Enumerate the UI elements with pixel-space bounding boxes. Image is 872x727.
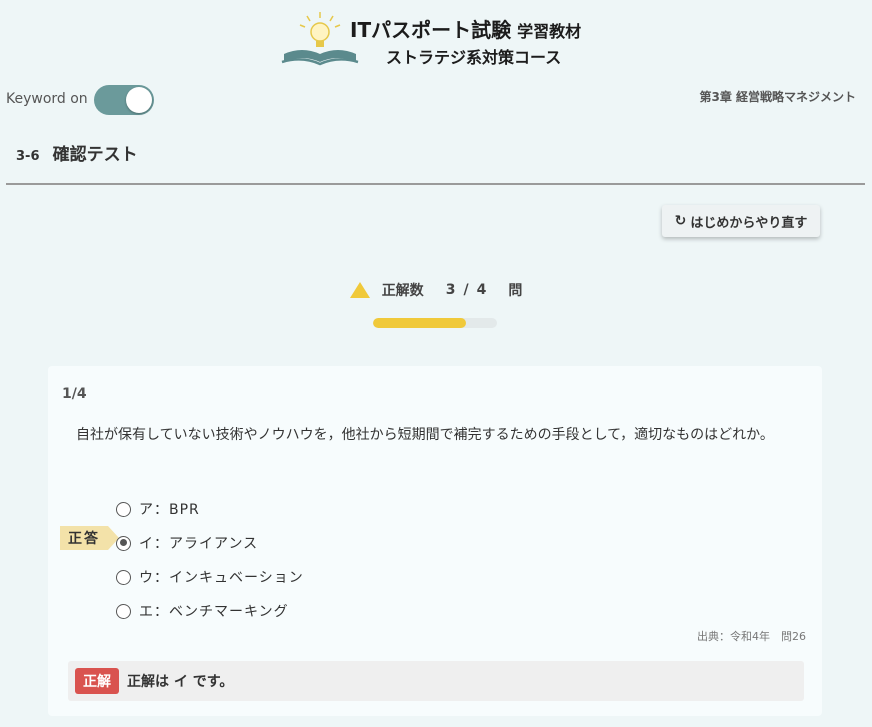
question-text: 自社が保有していない技術やノウハウを，他社から短期間で補完するための手段として，… (76, 427, 774, 443)
section-name: 確認テスト (52, 145, 138, 165)
option-u[interactable]: ウ：インキュベーション (116, 560, 304, 594)
option-label: イ：アライアンス (139, 536, 259, 552)
correct-answer-badge: 正答 (60, 526, 119, 550)
divider (6, 183, 865, 185)
option-i[interactable]: イ：アライアンス (116, 526, 304, 560)
refresh-icon: ↻ (674, 213, 687, 229)
question-card: 1/4 自社が保有していない技術やノウハウを，他社から短期間で補完するための手段… (48, 366, 822, 716)
toggle-knob (126, 87, 152, 113)
answer-options: ア：BPR イ：アライアンス ウ：インキュベーション エ：ベンチマーキング (116, 492, 304, 628)
option-e[interactable]: エ：ベンチマーキング (116, 594, 304, 628)
keyword-label: Keyword on (6, 91, 88, 107)
question-source: 出典：令和4年 問26 (697, 630, 806, 643)
option-a[interactable]: ア：BPR (116, 492, 304, 526)
progress-fill (373, 318, 466, 328)
score-separator: / (463, 282, 469, 298)
lightbulb-book-icon (281, 12, 359, 66)
score-label: 正解数 (381, 283, 424, 299)
restart-label: はじめからやり直す (690, 215, 808, 231)
score-unit: 問 (508, 283, 523, 299)
restart-button[interactable]: ↻ はじめからやり直す (662, 205, 820, 237)
keyword-toggle[interactable] (94, 85, 154, 115)
option-label: エ：ベンチマーキング (139, 604, 289, 620)
triangle-icon (349, 282, 370, 298)
app-title: ITパスポート試験 学習教材 (350, 18, 582, 42)
score-correct: 3 (445, 282, 456, 298)
section-title: 3-6 確認テスト (16, 140, 138, 165)
radio-button[interactable] (116, 569, 131, 585)
result-badge: 正解 (75, 668, 119, 694)
radio-button[interactable] (116, 603, 131, 619)
option-label: ウ：インキュベーション (139, 570, 304, 586)
result-message: 正解は イ です。 (127, 674, 234, 690)
result-box: 正解 正解は イ です。 (68, 661, 804, 701)
radio-button[interactable] (116, 535, 131, 551)
option-label: ア：BPR (139, 502, 200, 518)
question-number: 1/4 (62, 386, 87, 402)
radio-button[interactable] (116, 501, 131, 517)
course-title: ストラテジ系対策コース (386, 48, 562, 67)
score-total: 4 (476, 282, 487, 298)
score-progress-bar (373, 318, 497, 328)
score-display: 正解数 3 / 4 問 (0, 280, 872, 300)
section-number: 3-6 (16, 149, 40, 164)
header: ITパスポート試験 学習教材 ストラテジ系対策コース (0, 0, 872, 80)
chapter-title: 第3章 経営戦略マネジメント (699, 90, 856, 104)
